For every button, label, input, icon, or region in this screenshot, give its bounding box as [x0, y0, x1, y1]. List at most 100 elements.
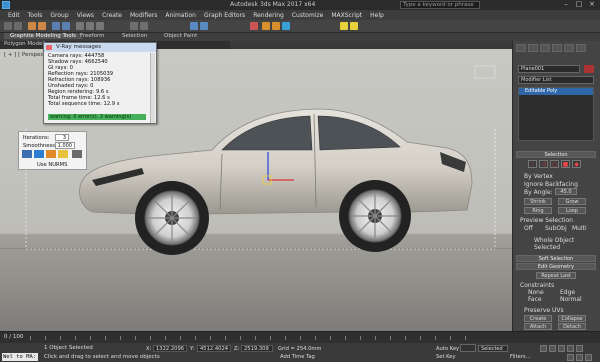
isoline-display-icon[interactable] [22, 150, 32, 158]
edge-mode-icon[interactable]: ◁ [539, 160, 548, 168]
display-tab-icon[interactable] [564, 44, 574, 52]
object-color-swatch[interactable] [584, 65, 594, 73]
preview-subobj-radio[interactable]: SubObj [545, 225, 567, 232]
set-key-button[interactable]: Set Key [436, 354, 456, 360]
app-logo-icon[interactable] [2, 1, 10, 9]
tab-freeform[interactable]: Freeform [80, 33, 105, 39]
vray-messages-window[interactable]: V-Ray messages Camera rays: 444758 Shado… [43, 42, 157, 124]
constraint-edge-radio[interactable]: Edge [560, 289, 575, 296]
polygon-mode-icon[interactable]: ■ [561, 160, 570, 168]
utilities-tab-icon[interactable] [576, 44, 586, 52]
menu-animation[interactable]: Animation [165, 12, 196, 19]
go-to-start-icon[interactable] [540, 345, 547, 352]
teapot-icon[interactable] [340, 22, 348, 30]
close-button[interactable]: × [586, 0, 598, 9]
soft-selection-rollout[interactable]: Soft Selection [516, 255, 596, 262]
create-button[interactable]: Create [524, 315, 552, 322]
by-angle-field[interactable]: 45.0 [555, 188, 577, 195]
menu-edit[interactable]: Edit [8, 12, 20, 19]
unlink-icon[interactable] [38, 22, 46, 30]
maximize-button[interactable]: □ [573, 0, 585, 9]
panel-options-icon[interactable] [72, 150, 82, 158]
motion-tab-icon[interactable] [552, 44, 562, 52]
material-editor-icon[interactable] [250, 22, 258, 30]
border-mode-icon[interactable]: ○ [550, 160, 559, 168]
snap-icon[interactable] [130, 22, 138, 30]
edit-geometry-rollout[interactable]: Edit Geometry [516, 263, 596, 270]
menu-help[interactable]: Help [370, 12, 384, 19]
key-filter-dropdown[interactable]: Selected [478, 345, 508, 352]
vray-messages-titlebar[interactable]: V-Ray messages [44, 43, 156, 52]
preview-off-radio[interactable]: Off [524, 225, 533, 232]
auto-key-button[interactable]: Auto Key [436, 346, 459, 352]
element-mode-icon[interactable]: ◆ [572, 160, 581, 168]
menu-graph-editors[interactable]: Graph Editors [204, 12, 245, 19]
menu-create[interactable]: Create [102, 12, 122, 19]
object-name-field[interactable]: Plane001 [518, 65, 580, 73]
by-angle-checkbox[interactable]: By Angle: [524, 189, 553, 196]
render-icon[interactable] [282, 22, 290, 30]
zoom-icon[interactable] [585, 354, 592, 361]
menu-tools[interactable]: Tools [28, 12, 43, 19]
rotate-icon[interactable] [86, 22, 94, 30]
link-icon[interactable] [28, 22, 36, 30]
constraint-normal-radio[interactable]: Normal [560, 296, 582, 303]
maxscript-listener[interactable]: Wel to MA: [2, 353, 38, 361]
modifier-list-dropdown[interactable]: Modifier List [518, 76, 594, 84]
redo-icon[interactable] [14, 22, 22, 30]
constraint-none-radio[interactable]: None [528, 289, 544, 296]
tab-graphite-modeling-tools[interactable]: Graphite Modeling Tools [4, 33, 83, 39]
smoothness-field[interactable]: 1.000 [55, 142, 75, 149]
collapse-button[interactable]: Collapse [558, 315, 586, 322]
iterations-field[interactable]: 3 [55, 134, 69, 141]
orbit-icon[interactable] [576, 354, 583, 361]
render-setup-icon[interactable] [262, 22, 270, 30]
modify-tab-icon[interactable] [528, 44, 538, 52]
select-by-name-icon[interactable] [62, 22, 70, 30]
use-nurms-label[interactable]: Use NURMS [37, 162, 67, 168]
constraint-face-radio[interactable]: Face [528, 296, 542, 303]
scale-icon[interactable] [96, 22, 104, 30]
set-key-icon[interactable] [460, 344, 476, 352]
move-icon[interactable] [76, 22, 84, 30]
stack-item-editable-poly[interactable]: Editable Poly [519, 88, 593, 95]
minimize-button[interactable]: – [560, 0, 572, 9]
nurms-toggle-icon[interactable] [34, 150, 44, 158]
log-scrollbar[interactable] [150, 53, 155, 123]
add-time-tag-button[interactable]: Add Time Tag [280, 354, 315, 360]
render-frame-icon[interactable] [272, 22, 280, 30]
align-icon[interactable] [200, 22, 208, 30]
hierarchy-tab-icon[interactable] [540, 44, 550, 52]
grow-button[interactable]: Grow [558, 198, 586, 205]
shrink-button[interactable]: Shrink [524, 198, 552, 205]
by-vertex-checkbox[interactable]: By Vertex [524, 173, 553, 180]
angle-snap-icon[interactable] [140, 22, 148, 30]
detach-button[interactable]: Detach [558, 323, 586, 330]
preview-multi-radio[interactable]: Multi [572, 225, 587, 232]
ignore-backfacing-checkbox[interactable]: Ignore Backfacing [524, 181, 578, 188]
selection-rollout[interactable]: Selection [516, 151, 596, 158]
ring-button[interactable]: Ring [524, 207, 552, 214]
repeat-last-button[interactable]: Repeat Last [536, 272, 576, 279]
mirror-icon[interactable] [190, 22, 198, 30]
menu-maxscript[interactable]: MAXScript [331, 12, 362, 19]
show-cage-icon[interactable] [46, 150, 56, 158]
loop-button[interactable]: Loop [558, 207, 586, 214]
menu-customize[interactable]: Customize [292, 12, 324, 19]
quick-render-icon[interactable] [350, 22, 358, 30]
attach-button[interactable]: Attach [524, 323, 552, 330]
key-filters-button[interactable]: Filters... [510, 354, 531, 360]
select-object-icon[interactable] [52, 22, 60, 30]
menu-modifiers[interactable]: Modifiers [130, 12, 157, 19]
vertex-mode-icon[interactable]: ∴ [528, 160, 537, 168]
tab-object-paint[interactable]: Object Paint [164, 33, 197, 39]
create-tab-icon[interactable] [516, 44, 526, 52]
play-icon[interactable] [558, 345, 565, 352]
menu-rendering[interactable]: Rendering [253, 12, 284, 19]
go-to-end-icon[interactable] [576, 345, 583, 352]
cage-color-icon[interactable] [58, 150, 68, 158]
undo-icon[interactable] [4, 22, 12, 30]
modifier-stack[interactable] [518, 87, 594, 141]
menu-group[interactable]: Group [50, 12, 68, 19]
next-frame-icon[interactable] [567, 345, 574, 352]
